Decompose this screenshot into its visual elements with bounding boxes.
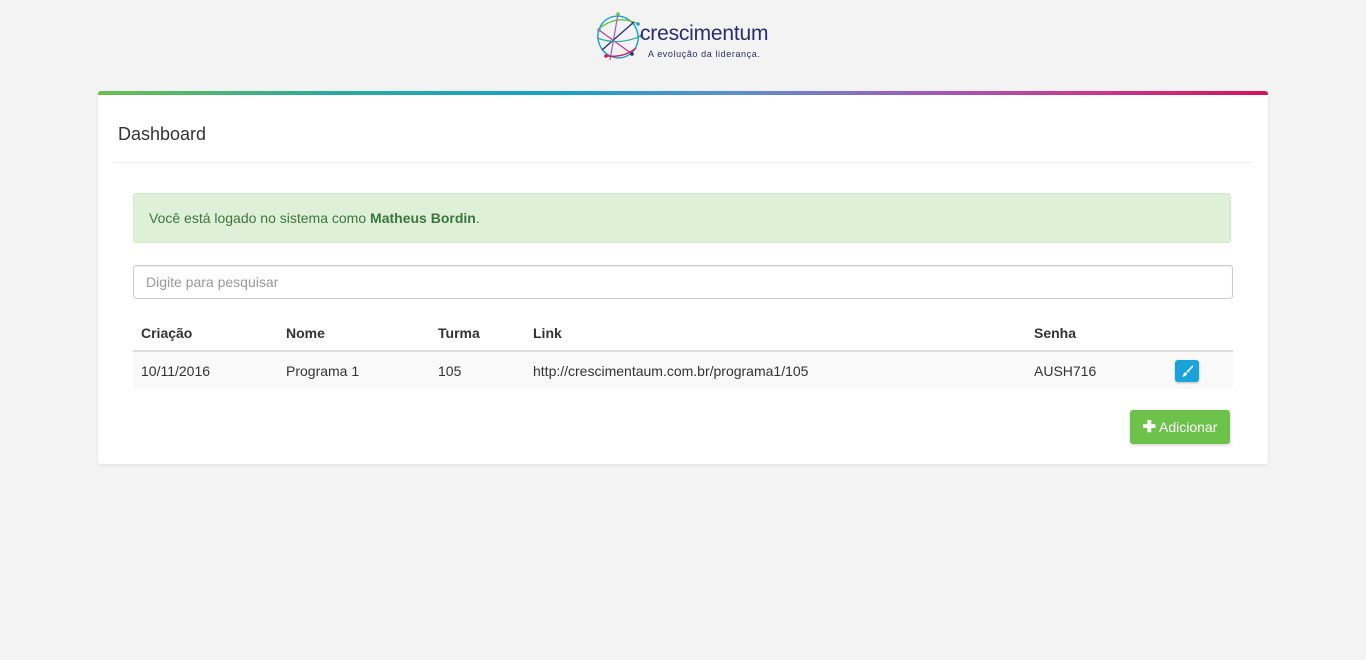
- column-header-link[interactable]: Link: [525, 315, 1026, 352]
- plus-icon: ✚: [1142, 419, 1157, 436]
- page-title: Dashboard: [118, 124, 207, 144]
- brand-logo: crescimentum A evolução da liderança.: [594, 10, 774, 64]
- cell-actions: [1158, 351, 1233, 390]
- alert-username: Matheus Bordin: [370, 210, 476, 226]
- brush-icon: [1182, 365, 1194, 377]
- brand-tagline: A evolução da liderança.: [648, 49, 761, 59]
- brand-name: crescimentum: [640, 22, 769, 45]
- add-button-label: Adicionar: [1159, 419, 1218, 435]
- cell-nome: Programa 1: [278, 351, 430, 390]
- column-header-turma[interactable]: Turma: [430, 315, 525, 352]
- alert-suffix: .: [475, 210, 480, 226]
- cell-turma: 105: [430, 351, 525, 390]
- cell-criacao: 10/11/2016: [133, 351, 278, 390]
- search-input[interactable]: [133, 265, 1233, 299]
- login-status-alert: Você está logado no sistema como Matheus…: [133, 193, 1231, 243]
- column-header-criacao[interactable]: Criação: [133, 315, 278, 352]
- card-header: [113, 95, 1253, 163]
- edit-button[interactable]: [1175, 360, 1199, 382]
- column-header-senha[interactable]: Senha: [1026, 315, 1158, 352]
- cell-link: http://crescimentaum.com.br/programa1/10…: [525, 351, 1026, 390]
- dashboard-card: Dashboard Você está logado no sistema co…: [98, 91, 1268, 464]
- column-header-nome[interactable]: Nome: [278, 315, 430, 352]
- table-row: 10/11/2016 Programa 1 105 http://crescim…: [133, 351, 1233, 390]
- column-header-actions: [1158, 315, 1233, 352]
- add-button[interactable]: ✚ Adicionar: [1130, 410, 1230, 444]
- table-header-row: Criação Nome Turma Link Senha: [133, 315, 1233, 352]
- logo-globe-icon: [596, 12, 643, 61]
- alert-prefix: Você está logado no sistema como: [149, 210, 371, 226]
- programs-table: Criação Nome Turma Link Senha 10/11/2016…: [133, 315, 1233, 390]
- cell-senha: AUSH716: [1026, 351, 1158, 390]
